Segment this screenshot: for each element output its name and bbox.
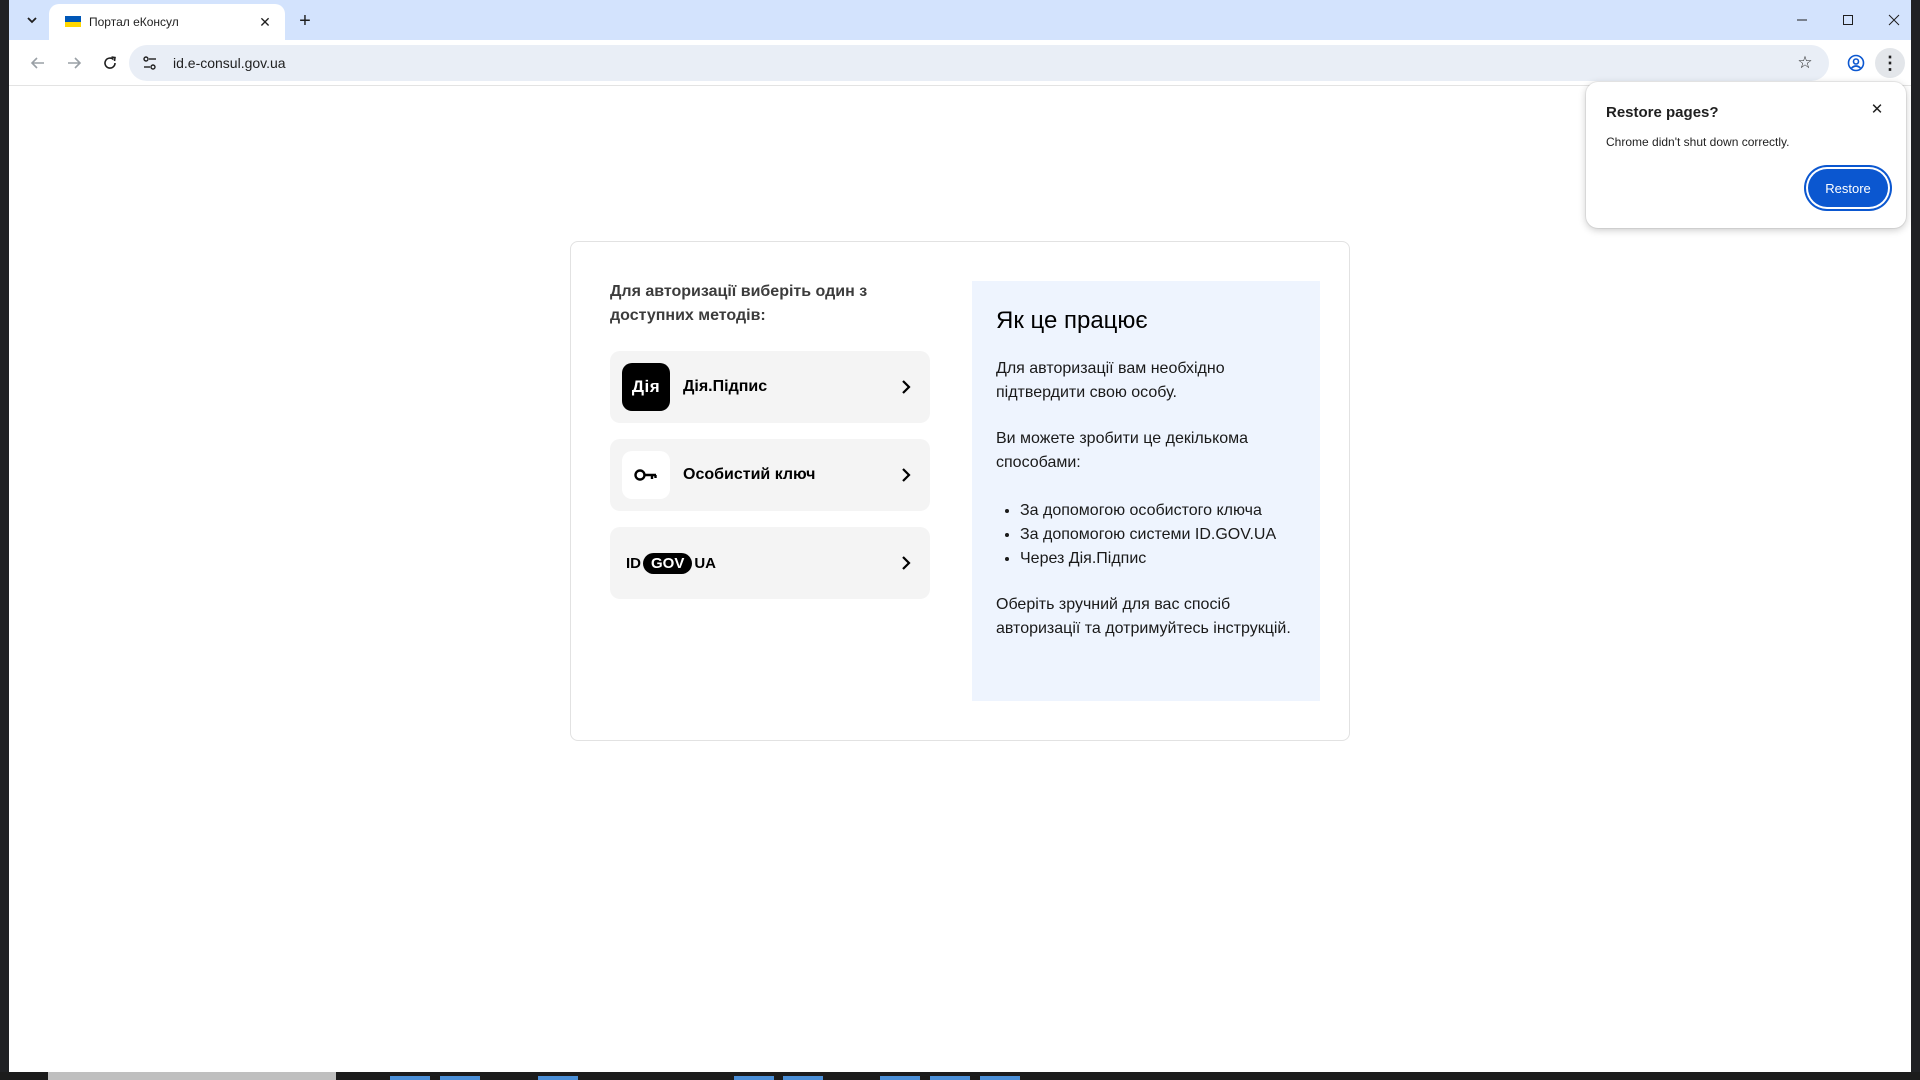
method-personal-key[interactable]: Особистий ключ [610, 439, 930, 511]
taskbar-item[interactable] [538, 1076, 578, 1080]
maximize-icon[interactable] [1825, 0, 1871, 40]
ukraine-flag-icon [65, 16, 81, 27]
how-paragraph-1: Для авторизації вам необхідно підтвердит… [996, 360, 1225, 401]
how-paragraph-2: Ви можете зробити це декількома способам… [996, 430, 1249, 471]
site-info-icon[interactable] [141, 54, 159, 72]
taskbar-item[interactable] [980, 1076, 1020, 1080]
how-bullet-list: За допомогою особистого ключа За допомог… [996, 499, 1296, 571]
id-gov-ua-logo: ID GOV UA [626, 552, 716, 574]
logo-ua-text: UA [694, 554, 717, 572]
method-label: Особистий ключ [683, 466, 816, 483]
auth-methods-column: Для авторизації виберіть один з доступни… [610, 280, 932, 599]
tab-title: Портал еКонсул [89, 15, 179, 29]
new-tab-button[interactable]: + [291, 7, 319, 35]
chevron-right-icon [902, 556, 911, 570]
taskbar-item[interactable] [930, 1076, 970, 1080]
minimize-icon[interactable] [1779, 0, 1825, 40]
restore-popup-text: Chrome didn't shut down correctly. [1606, 135, 1790, 149]
taskbar-item[interactable] [880, 1076, 920, 1080]
url-text[interactable]: id.e-consul.gov.ua [173, 55, 286, 71]
chrome-menu-icon[interactable]: ⋮ [1875, 48, 1905, 78]
key-icon [622, 451, 670, 499]
bookmark-star-icon[interactable]: ☆ [1793, 51, 1817, 75]
auth-card: Для авторизації виберіть один з доступни… [570, 241, 1350, 741]
address-bar[interactable]: id.e-consul.gov.ua ☆ [129, 45, 1829, 81]
list-item: Через Дія.Підпис [1020, 547, 1296, 571]
restore-pages-popup: Restore pages? Chrome didn't shut down c… [1586, 82, 1906, 228]
close-icon[interactable]: ✕ [1866, 98, 1888, 120]
list-item: За допомогою особистого ключа [1020, 499, 1296, 523]
back-icon[interactable] [23, 48, 53, 78]
method-diia-signature[interactable]: Дія Дія.Підпис [610, 351, 930, 423]
taskbar-item[interactable] [734, 1076, 774, 1080]
auth-intro-text: Для авторизації виберіть один з доступни… [610, 283, 868, 324]
chevron-right-icon [902, 380, 911, 394]
tab-search-icon[interactable] [19, 7, 45, 33]
page-content: Для авторизації виберіть один з доступни… [9, 87, 1911, 1072]
logo-gov-pill: GOV [643, 552, 693, 574]
method-label: Дія.Підпис [683, 378, 768, 395]
taskbar-item[interactable] [390, 1076, 430, 1080]
method-id-gov-ua[interactable]: ID GOV UA [610, 527, 930, 599]
window-close-icon[interactable] [1871, 0, 1917, 40]
auth-methods-list: Дія Дія.Підпис Особистий ключ ID GOV UA [610, 351, 932, 599]
how-paragraph-3: Оберіть зручний для вас спосіб авторизац… [996, 596, 1291, 637]
reload-icon[interactable] [95, 48, 125, 78]
profile-icon[interactable] [1841, 48, 1871, 78]
browser-toolbar: id.e-consul.gov.ua ☆ ⋮ [9, 40, 1911, 86]
tab-active[interactable]: Портал еКонсул ✕ [49, 4, 285, 40]
tab-close-icon[interactable]: ✕ [255, 12, 275, 32]
tab-strip: Портал еКонсул ✕ + [9, 0, 1911, 40]
how-it-works-panel: Як це працює Для авторизації вам необхід… [972, 281, 1320, 701]
chevron-right-icon [902, 468, 911, 482]
logo-id-text: ID [626, 554, 641, 572]
how-it-works-title: Як це працює [996, 307, 1148, 334]
restore-popup-title: Restore pages? [1606, 104, 1719, 121]
taskbar-item[interactable] [440, 1076, 480, 1080]
diia-logo-icon: Дія [622, 363, 670, 411]
forward-icon[interactable] [59, 48, 89, 78]
restore-button[interactable]: Restore [1808, 169, 1888, 207]
taskbar-item[interactable] [783, 1076, 823, 1080]
list-item: За допомогою системи ID.GOV.UA [1020, 523, 1296, 547]
horizontal-scrollbar[interactable] [48, 1072, 336, 1080]
